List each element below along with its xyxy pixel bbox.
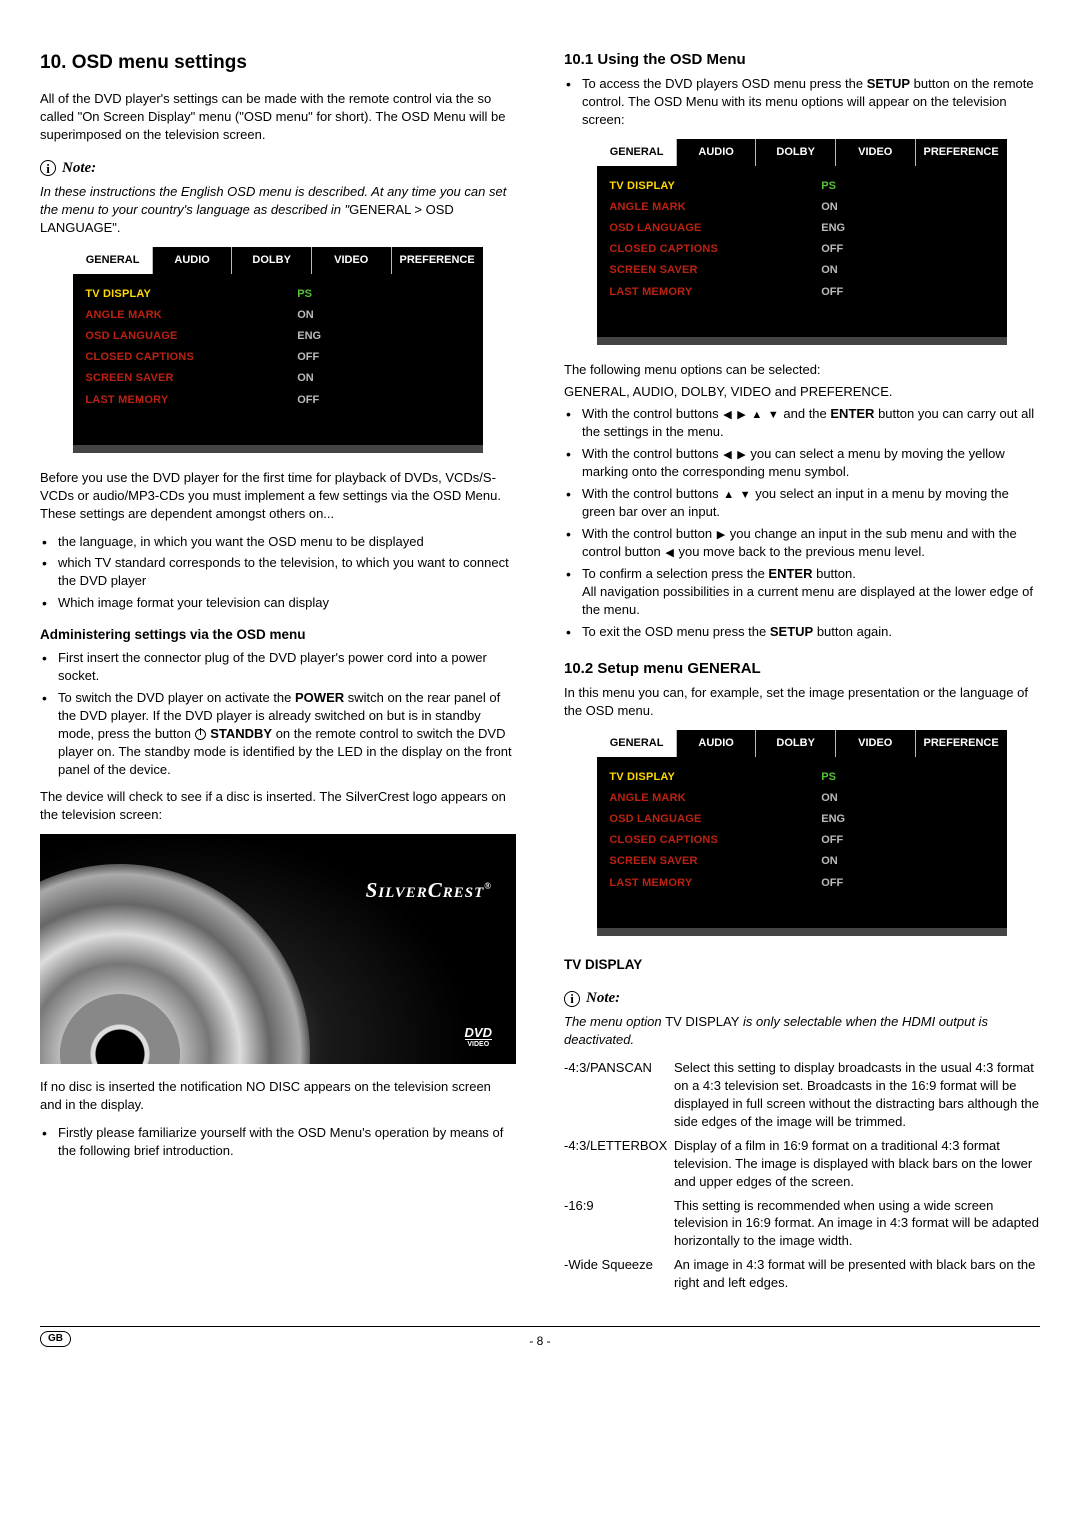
note-text: In these instructions the English OSD me… xyxy=(40,183,516,237)
osd-tab-general: GENERAL xyxy=(597,730,677,757)
splash-figure: SilverCrest® DVD VIDEO xyxy=(40,834,516,1064)
list-item: the language, in which you want the OSD … xyxy=(58,533,516,551)
osd-tab-video: VIDEO xyxy=(836,730,916,757)
def-term: -16:9 xyxy=(564,1197,674,1251)
osd-tab-preference: PREFERENCE xyxy=(392,247,483,274)
def-row: -16:9 This setting is recommended when u… xyxy=(564,1197,1040,1251)
osd-menu-figure: GENERAL AUDIO DOLBY VIDEO PREFERENCE TV … xyxy=(597,139,1006,345)
osd-tabs: GENERAL AUDIO DOLBY VIDEO PREFERENCE xyxy=(597,139,1006,166)
gb-badge: GB xyxy=(40,1331,71,1347)
note-label: Note: xyxy=(62,158,96,179)
osd-body: TV DISPLAYPS ANGLE MARKON OSD LANGUAGEEN… xyxy=(73,274,482,445)
osd-menu-figure: GENERAL AUDIO DOLBY VIDEO PREFERENCE TV … xyxy=(73,247,482,453)
arrow-up-icon: ▲ xyxy=(722,488,735,503)
def-row: -4:3/LETTERBOX Display of a film in 16:9… xyxy=(564,1137,1040,1191)
nodisc-paragraph: If no disc is inserted the notification … xyxy=(40,1078,516,1114)
list-item: With the control button ▶ you change an … xyxy=(582,525,1040,561)
osd-tab-audio: AUDIO xyxy=(153,247,233,274)
list-item: To access the DVD players OSD menu press… xyxy=(582,75,1040,129)
osd-tab-video: VIDEO xyxy=(836,139,916,166)
list-item: With the control buttons ◀ ▶ you can sel… xyxy=(582,445,1040,481)
def-desc: Select this setting to display broadcast… xyxy=(674,1059,1040,1131)
osd-body: TV DISPLAYPS ANGLE MARKON OSD LANGUAGEEN… xyxy=(597,166,1006,337)
osd-tab-dolby: DOLBY xyxy=(756,139,836,166)
silvercrest-logo: SilverCrest® xyxy=(366,876,492,905)
osd-tab-preference: PREFERENCE xyxy=(916,730,1007,757)
admin-list: First insert the connector plug of the D… xyxy=(40,649,516,779)
following-options-list: GENERAL, AUDIO, DOLBY, VIDEO and PREFERE… xyxy=(564,383,1040,401)
arrow-left-icon: ◀ xyxy=(722,408,732,423)
s102-intro: In this menu you can, for example, set t… xyxy=(564,684,1040,720)
list-item: First insert the connector plug of the D… xyxy=(58,649,516,685)
arrow-right-icon: ▶ xyxy=(716,528,726,543)
disc-graphic xyxy=(40,834,340,1064)
note-block: i Note: xyxy=(564,988,1040,1009)
list-item: To confirm a selection press the ENTER b… xyxy=(582,565,1040,619)
following-options: The following menu options can be select… xyxy=(564,361,1040,379)
def-term: -Wide Squeeze xyxy=(564,1256,674,1292)
tvdisplay-definitions: -4:3/PANSCAN Select this setting to disp… xyxy=(564,1059,1040,1292)
list-item: With the control buttons ◀ ▶ ▲ ▼ and the… xyxy=(582,405,1040,441)
list-item: To switch the DVD player on activate the… xyxy=(58,689,516,779)
def-term: -4:3/LETTERBOX xyxy=(564,1137,674,1191)
osd-tab-general: GENERAL xyxy=(73,247,153,274)
info-icon: i xyxy=(40,160,56,176)
osd-tabs: GENERAL AUDIO DOLBY VIDEO PREFERENCE xyxy=(597,730,1006,757)
dvd-badge: DVD VIDEO xyxy=(465,1026,492,1048)
osd-tab-video: VIDEO xyxy=(312,247,392,274)
device-check-paragraph: The device will check to see if a disc i… xyxy=(40,788,516,824)
info-icon: i xyxy=(564,991,580,1007)
s101-intro-list: To access the DVD players OSD menu press… xyxy=(564,75,1040,129)
page-number: - 8 - xyxy=(529,1333,550,1350)
list-item: which TV standard corresponds to the tel… xyxy=(58,554,516,590)
def-desc: An image in 4:3 format will be presented… xyxy=(674,1256,1040,1292)
arrow-right-icon: ▶ xyxy=(736,448,746,463)
s102-heading: 10.2 Setup menu GENERAL xyxy=(564,659,1040,680)
osd-tab-dolby: DOLBY xyxy=(756,730,836,757)
arrow-right-icon: ▶ xyxy=(736,408,746,423)
arrow-down-icon: ▼ xyxy=(739,488,752,503)
osd-tabs: GENERAL AUDIO DOLBY VIDEO PREFERENCE xyxy=(73,247,482,274)
def-row: -4:3/PANSCAN Select this setting to disp… xyxy=(564,1059,1040,1131)
arrow-up-icon: ▲ xyxy=(750,408,763,423)
admin-heading: Administering settings via the OSD menu xyxy=(40,626,516,645)
def-desc: This setting is recommended when using a… xyxy=(674,1197,1040,1251)
intro-paragraph: All of the DVD player's settings can be … xyxy=(40,90,516,144)
osd-tab-audio: AUDIO xyxy=(677,139,757,166)
list-item: Firstly please familiarize yourself with… xyxy=(58,1124,516,1160)
arrow-left-icon: ◀ xyxy=(664,546,674,561)
def-row: -Wide Squeeze An image in 4:3 format wil… xyxy=(564,1256,1040,1292)
osd-body: TV DISPLAYPS ANGLE MARKON OSD LANGUAGEEN… xyxy=(597,757,1006,928)
def-desc: Display of a film in 16:9 format on a tr… xyxy=(674,1137,1040,1191)
note-label: Note: xyxy=(586,988,620,1009)
osd-tab-general: GENERAL xyxy=(597,139,677,166)
section-heading: 10. OSD menu settings xyxy=(40,50,516,76)
s101-heading: 10.1 Using the OSD Menu xyxy=(564,50,1040,71)
familiarize-list: Firstly please familiarize yourself with… xyxy=(40,1124,516,1160)
def-term: -4:3/PANSCAN xyxy=(564,1059,674,1131)
page-footer: GB - 8 - xyxy=(40,1326,1040,1350)
arrow-down-icon: ▼ xyxy=(767,408,780,423)
arrow-left-icon: ◀ xyxy=(722,448,732,463)
osd-tab-dolby: DOLBY xyxy=(232,247,312,274)
list-item: To exit the OSD menu press the SETUP but… xyxy=(582,623,1040,641)
osd-menu-figure: GENERAL AUDIO DOLBY VIDEO PREFERENCE TV … xyxy=(597,730,1006,936)
power-icon xyxy=(195,729,206,740)
note-block: i Note: xyxy=(40,158,516,179)
list-item: With the control buttons ▲ ▼ you select … xyxy=(582,485,1040,521)
osd-tab-preference: PREFERENCE xyxy=(916,139,1007,166)
navigation-list: With the control buttons ◀ ▶ ▲ ▼ and the… xyxy=(564,405,1040,641)
osd-tab-audio: AUDIO xyxy=(677,730,757,757)
before-use-list: the language, in which you want the OSD … xyxy=(40,533,516,613)
tvdisplay-heading: TV DISPLAY xyxy=(564,956,1040,975)
note-text: The menu option TV DISPLAY is only selec… xyxy=(564,1013,1040,1049)
before-use-paragraph: Before you use the DVD player for the fi… xyxy=(40,469,516,523)
list-item: Which image format your television can d… xyxy=(58,594,516,612)
